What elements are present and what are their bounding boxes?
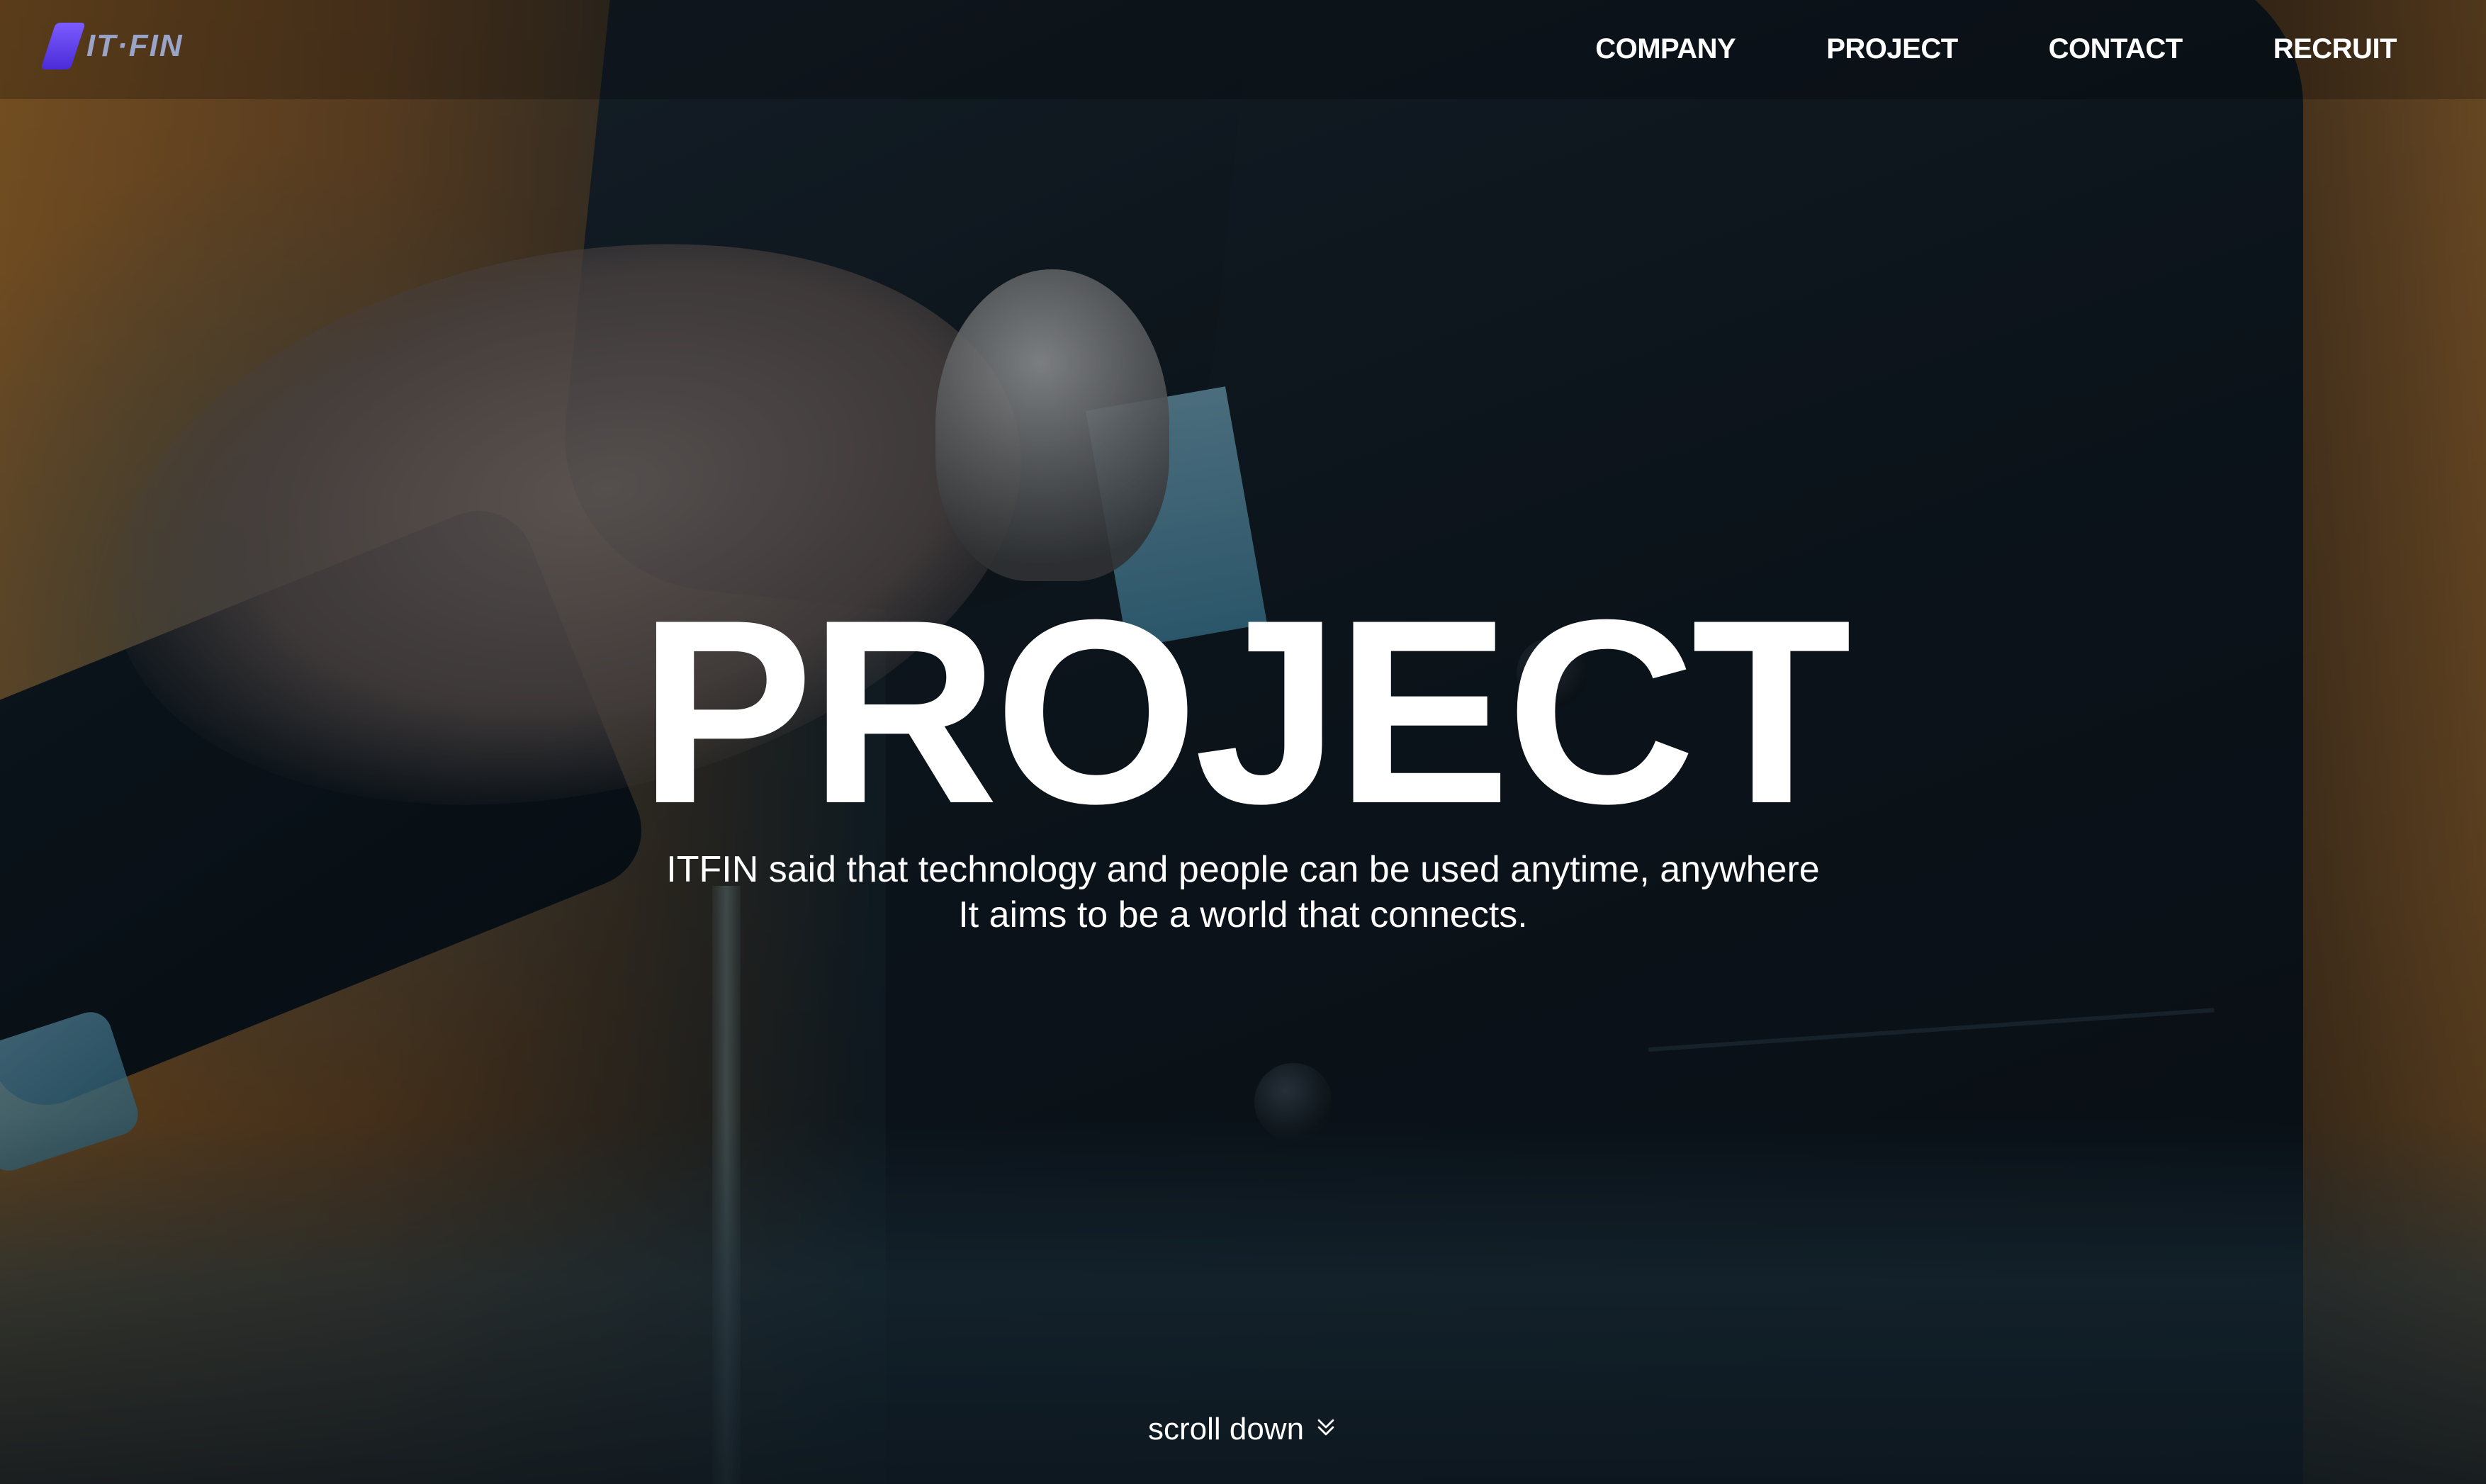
double-chevron-down-icon — [1314, 1412, 1338, 1447]
page-title: PROJECT — [639, 566, 1852, 858]
scroll-down-label: scroll down — [1147, 1412, 1305, 1446]
nav-item-recruit[interactable]: RECRUIT — [2273, 33, 2397, 65]
tagline-line-2: It aims to be a world that connects. — [958, 894, 1528, 935]
hero-tagline: ITFIN said that technology and people ca… — [0, 847, 2486, 938]
nav-item-company[interactable]: COMPANY — [1595, 33, 1736, 65]
site-logo[interactable]: IT·FIN — [40, 21, 184, 71]
nav-item-contact[interactable]: CONTACT — [2049, 33, 2183, 65]
hero-section: IT·FIN COMPANY PROJECT CONTACT RECRUIT P… — [0, 0, 2486, 1484]
logo-mark-icon — [40, 23, 86, 69]
site-header: IT·FIN COMPANY PROJECT CONTACT RECRUIT — [0, 0, 2486, 99]
logo-text: IT·FIN — [86, 28, 184, 63]
scroll-down-button[interactable]: scroll down — [0, 1412, 2486, 1447]
tagline-line-1: ITFIN said that technology and people ca… — [666, 849, 1820, 890]
nav-item-project[interactable]: PROJECT — [1826, 33, 1958, 65]
main-nav: COMPANY PROJECT CONTACT RECRUIT — [1595, 26, 2397, 72]
